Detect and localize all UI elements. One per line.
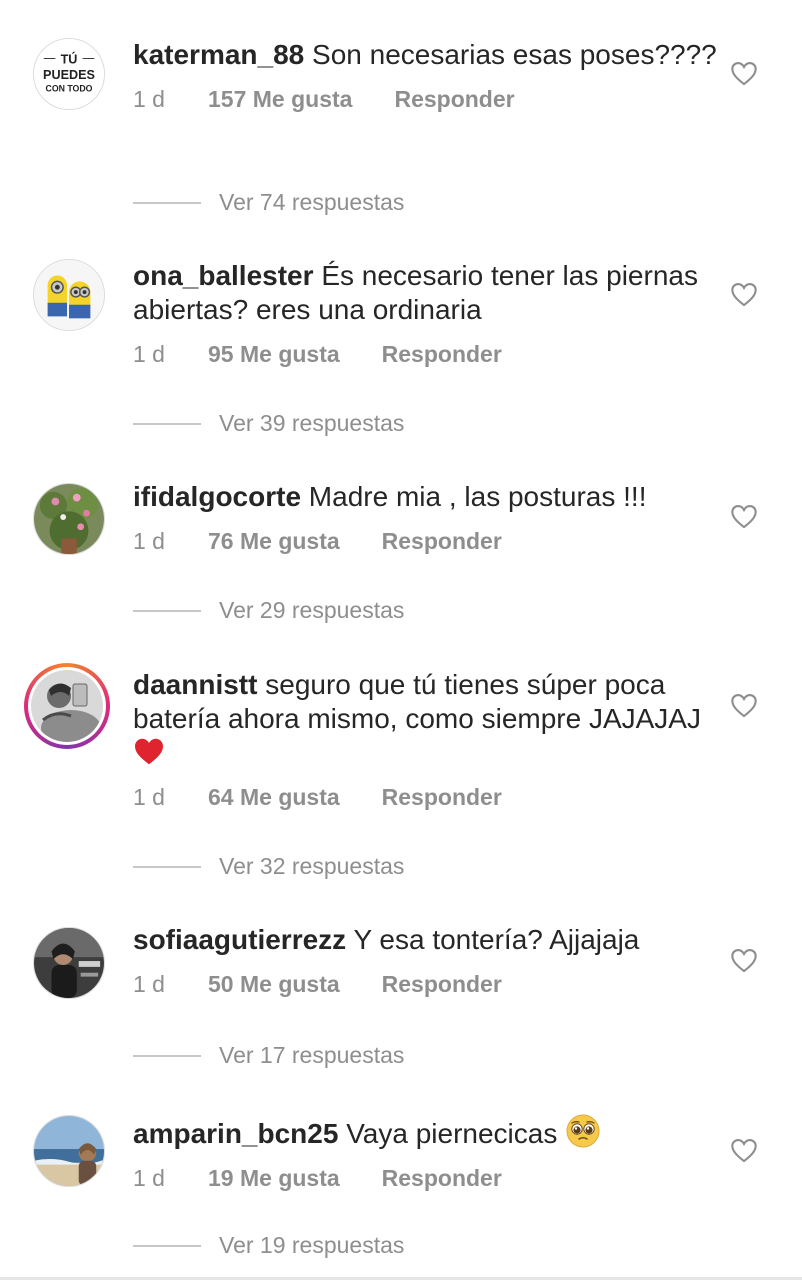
like-heart-icon[interactable] bbox=[730, 60, 758, 86]
comment-likes[interactable]: 50 Me gusta bbox=[208, 971, 340, 998]
comment-username[interactable]: amparin_bcn25 bbox=[133, 1118, 338, 1149]
avatar[interactable] bbox=[33, 259, 105, 331]
comment-username[interactable]: ona_ballester bbox=[133, 260, 314, 291]
comment-text: daannistt seguro que tú tienes súper poc… bbox=[133, 668, 733, 770]
view-replies-label: Ver 19 respuestas bbox=[219, 1232, 405, 1258]
view-replies-label: Ver 29 respuestas bbox=[219, 597, 405, 623]
avatar-story[interactable] bbox=[24, 663, 110, 749]
comment-username[interactable]: katerman_88 bbox=[133, 39, 304, 70]
comment-likes[interactable]: 64 Me gusta bbox=[208, 784, 340, 811]
view-replies-button[interactable]: Ver 19 respuestas bbox=[133, 1232, 404, 1259]
view-replies-button[interactable]: Ver 29 respuestas bbox=[133, 597, 404, 624]
avatar[interactable] bbox=[33, 483, 105, 555]
avatar[interactable] bbox=[33, 1115, 105, 1187]
comment-time: 1 d bbox=[133, 527, 165, 554]
comment-meta: 1 d 19 Me gusta Responder bbox=[133, 1161, 733, 1195]
reply-button[interactable]: Responder bbox=[382, 971, 502, 998]
avatar[interactable] bbox=[33, 927, 105, 999]
svg-text:TÚ: TÚ bbox=[61, 51, 78, 66]
comment-text: ona_ballester És necesario tener las pie… bbox=[133, 259, 733, 327]
comment-username[interactable]: sofiaagutierrezz bbox=[133, 924, 346, 955]
comment-username[interactable]: daannistt bbox=[133, 669, 257, 700]
comment-body: Son necesarias esas poses???? bbox=[312, 39, 717, 70]
like-heart-icon[interactable] bbox=[730, 1137, 758, 1163]
svg-text:CON TODO: CON TODO bbox=[46, 84, 93, 94]
comment-meta: 1 d 64 Me gusta Responder bbox=[133, 780, 733, 814]
like-heart-icon[interactable] bbox=[730, 692, 758, 718]
reply-button[interactable]: Responder bbox=[394, 86, 514, 113]
comment-text: katerman_88 Son necesarias esas poses???… bbox=[133, 38, 733, 72]
replies-divider bbox=[133, 422, 201, 425]
view-replies-label: Ver 74 respuestas bbox=[219, 189, 405, 215]
comment-username[interactable]: ifidalgocorte bbox=[133, 481, 301, 512]
reply-button[interactable]: Responder bbox=[382, 341, 502, 368]
comment-meta: 1 d 95 Me gusta Responder bbox=[133, 337, 733, 371]
like-heart-icon[interactable] bbox=[730, 281, 758, 307]
comment-meta: 1 d 50 Me gusta Responder bbox=[133, 967, 733, 1001]
avatar[interactable]: TÚ PUEDES CON TODO bbox=[33, 38, 105, 110]
svg-text:PUEDES: PUEDES bbox=[43, 68, 95, 82]
comment-meta: 1 d 157 Me gusta Responder bbox=[133, 82, 733, 116]
view-replies-label: Ver 32 respuestas bbox=[219, 853, 405, 879]
comment-time: 1 d bbox=[133, 970, 165, 997]
comment-text: ifidalgocorte Madre mia , las posturas !… bbox=[133, 480, 733, 514]
comment-body: Madre mia , las posturas !!! bbox=[308, 481, 647, 512]
reply-button[interactable]: Responder bbox=[382, 1165, 502, 1192]
comment-likes[interactable]: 95 Me gusta bbox=[208, 341, 340, 368]
view-replies-button[interactable]: Ver 74 respuestas bbox=[133, 189, 404, 216]
replies-divider bbox=[133, 1054, 201, 1057]
view-replies-button[interactable]: Ver 32 respuestas bbox=[133, 853, 404, 880]
comment-likes[interactable]: 157 Me gusta bbox=[208, 86, 352, 113]
pleading-face-icon bbox=[565, 1113, 601, 1149]
replies-divider bbox=[133, 1244, 201, 1247]
like-heart-icon[interactable] bbox=[730, 947, 758, 973]
comment-meta: 1 d 76 Me gusta Responder bbox=[133, 524, 733, 558]
view-replies-button[interactable]: Ver 17 respuestas bbox=[133, 1042, 404, 1069]
comment-body: Y esa tontería? Ajjajaja bbox=[353, 924, 640, 955]
comment-likes[interactable]: 19 Me gusta bbox=[208, 1165, 340, 1192]
view-replies-label: Ver 17 respuestas bbox=[219, 1042, 405, 1068]
view-replies-label: Ver 39 respuestas bbox=[219, 410, 405, 436]
reply-button[interactable]: Responder bbox=[382, 784, 502, 811]
comment-time: 1 d bbox=[133, 340, 165, 367]
replies-divider bbox=[133, 201, 201, 204]
comment-text: sofiaagutierrezz Y esa tontería? Ajjajaj… bbox=[133, 923, 733, 957]
red-heart-icon bbox=[133, 736, 165, 766]
like-heart-icon[interactable] bbox=[730, 503, 758, 529]
comment-text: amparin_bcn25 Vaya piernecicas bbox=[133, 1113, 733, 1151]
comment-time: 1 d bbox=[133, 85, 165, 112]
comment-likes[interactable]: 76 Me gusta bbox=[208, 528, 340, 555]
comment-time: 1 d bbox=[133, 783, 165, 810]
replies-divider bbox=[133, 609, 201, 612]
comment-body: Vaya piernecicas bbox=[346, 1118, 558, 1149]
replies-divider bbox=[133, 865, 201, 868]
comments-list: TÚ PUEDES CON TODO katerman_88 Son neces… bbox=[0, 0, 802, 1280]
comment-time: 1 d bbox=[133, 1164, 165, 1191]
avatar bbox=[28, 667, 106, 745]
reply-button[interactable]: Responder bbox=[382, 528, 502, 555]
view-replies-button[interactable]: Ver 39 respuestas bbox=[133, 410, 404, 437]
